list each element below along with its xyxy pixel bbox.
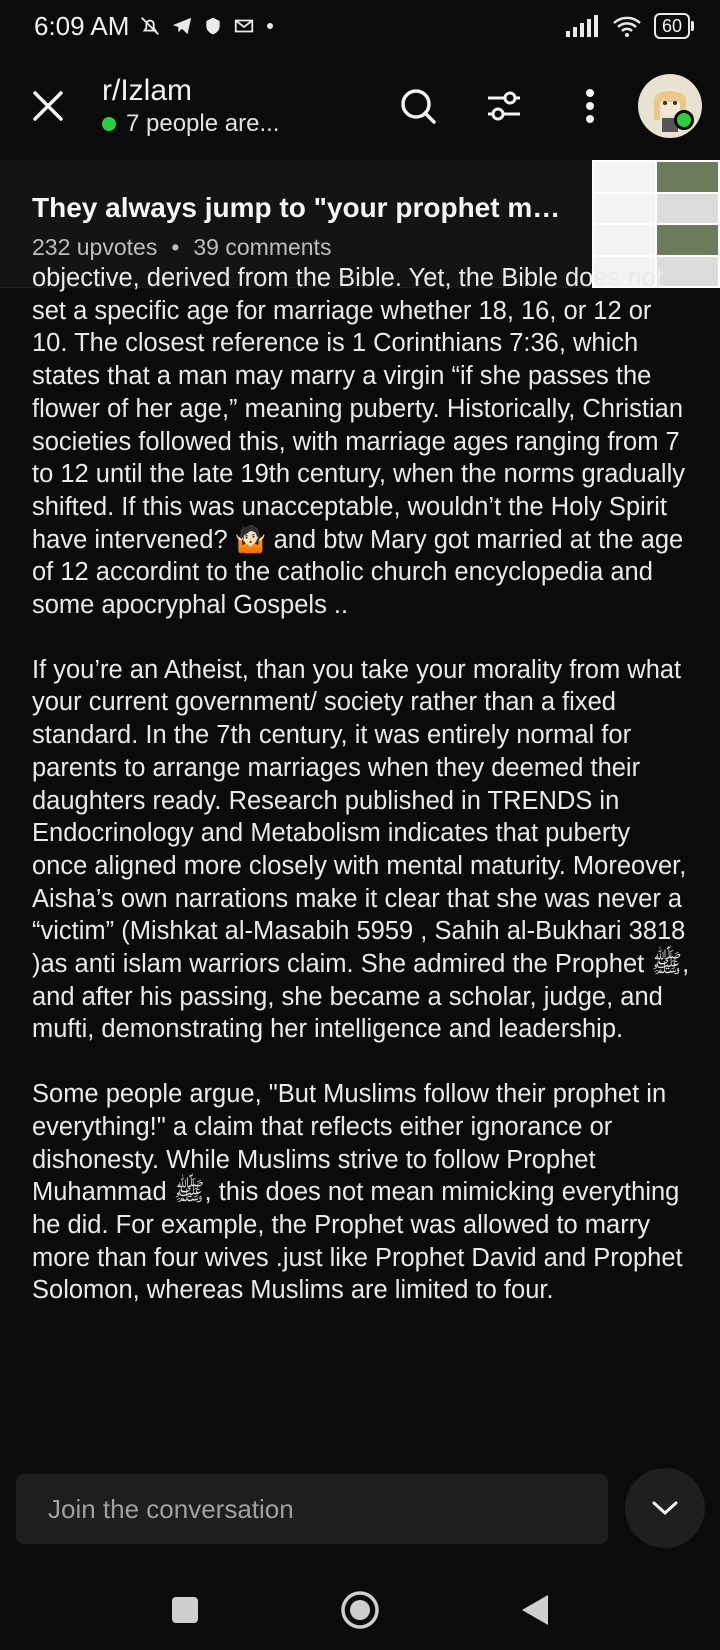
collapse-button[interactable] [625, 1468, 705, 1548]
subreddit-header[interactable]: r/Izlam 7 people are... [102, 74, 388, 138]
meta-separator: • [171, 234, 180, 260]
online-dot-icon [102, 117, 116, 131]
thumbnail-tile [594, 193, 655, 223]
telegram-icon [173, 17, 192, 35]
status-right: 60 [565, 13, 695, 39]
post-body: objective, derived from the Bible. Yet, … [32, 262, 692, 1462]
search-icon [401, 89, 436, 124]
thumbnail-tile [657, 225, 718, 255]
chevron-down-icon [652, 1501, 678, 1516]
filter-icon [488, 91, 520, 121]
signal-icon [565, 15, 598, 37]
more-vertical-icon [586, 89, 594, 123]
comment-composer: Join the conversation [0, 1460, 720, 1570]
notification-icons [139, 15, 275, 37]
online-badge-icon [674, 110, 694, 130]
search-button[interactable] [388, 76, 448, 136]
online-text: 7 people are... [126, 110, 280, 137]
status-left: 6:09 AM [34, 11, 275, 42]
home-icon[interactable] [340, 1590, 380, 1630]
bell-off-icon [141, 17, 160, 35]
close-icon [33, 91, 63, 121]
battery-level: 60 [653, 13, 695, 39]
shield-icon [206, 17, 221, 35]
thumbnail-tile [657, 162, 718, 192]
online-status: 7 people are... [102, 110, 388, 138]
body-paragraph: If you’re an Atheist, than you take your… [32, 655, 690, 1044]
more-options-button[interactable] [560, 76, 620, 136]
status-time: 6:09 AM [34, 10, 130, 41]
system-nav-bar [0, 1570, 720, 1650]
recents-icon[interactable] [170, 1595, 200, 1625]
back-icon[interactable] [520, 1593, 550, 1627]
filter-button[interactable] [474, 76, 534, 136]
thumbnail-tile [657, 193, 718, 223]
post-title: They always jump to "your prophet marri.… [32, 192, 572, 223]
subreddit-name: r/Izlam [102, 74, 192, 107]
join-conversation-input[interactable]: Join the conversation [16, 1474, 608, 1544]
status-bar: 6:09 AM 60 [0, 0, 720, 52]
close-button[interactable] [18, 76, 78, 136]
user-avatar[interactable] [638, 74, 702, 138]
app-bar: r/Izlam 7 people are... [0, 52, 720, 160]
body-paragraph: Some people argue, "But Muslims follow t… [32, 1080, 683, 1305]
thumbnail-tile [594, 225, 655, 255]
dot-icon [267, 23, 274, 29]
thumbnail-tile [594, 162, 655, 192]
upvote-count: 232 upvotes [32, 234, 158, 260]
body-paragraph: objective, derived from the Bible. Yet, … [32, 264, 686, 620]
wifi-icon [613, 16, 641, 37]
mail-icon [235, 19, 254, 33]
comment-count: 39 comments [193, 234, 332, 260]
